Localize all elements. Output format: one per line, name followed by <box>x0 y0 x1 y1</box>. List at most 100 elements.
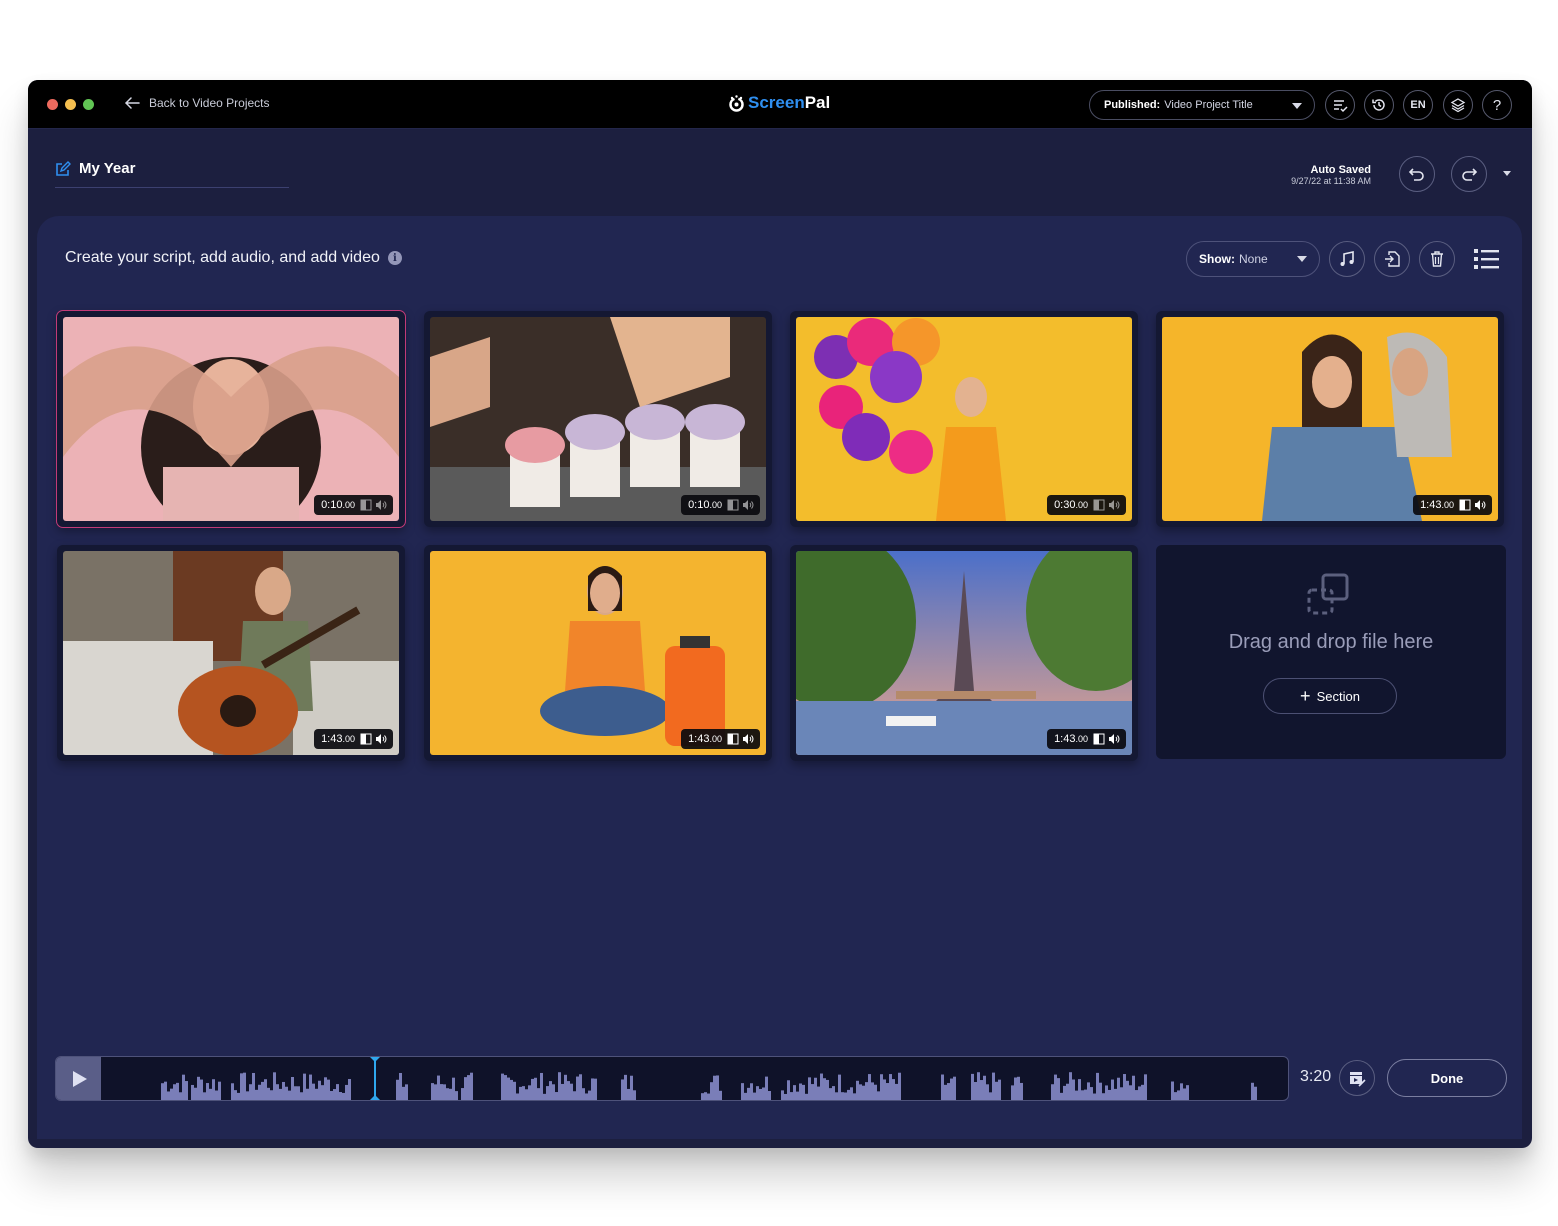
timeline[interactable] <box>55 1056 1289 1101</box>
drop-zone[interactable]: Drag and drop file here + Section <box>1156 545 1506 759</box>
edit-video-button[interactable] <box>1339 1060 1375 1096</box>
waveform-bar <box>895 1083 898 1100</box>
video-toggle-icon[interactable] <box>1093 499 1105 511</box>
waveform-bar <box>215 1090 218 1100</box>
clip-card[interactable]: 0:30.00 <box>790 311 1138 527</box>
drag-drop-icon <box>1307 573 1349 615</box>
waveform-bar <box>1108 1089 1111 1100</box>
duration-badge: 1:43.00 <box>1047 729 1126 749</box>
speaker-icon[interactable] <box>375 499 387 511</box>
video-toggle-icon[interactable] <box>360 733 372 745</box>
waveform-bar <box>176 1082 179 1100</box>
waveform-bar <box>868 1074 871 1100</box>
video-toggle-icon[interactable] <box>360 499 372 511</box>
waveform-bar <box>811 1084 814 1100</box>
waveform-bar <box>513 1081 516 1100</box>
waveform-bar <box>1183 1088 1186 1100</box>
waveform-bar <box>796 1091 799 1100</box>
waveform-bar <box>707 1093 710 1100</box>
captions-check-button[interactable] <box>1325 90 1355 120</box>
waveform-bar <box>856 1080 859 1100</box>
clip-card[interactable]: 0:10.00 <box>424 311 772 527</box>
language-button[interactable]: EN <box>1403 90 1433 120</box>
waveform-bar <box>255 1089 258 1100</box>
waveform-bar <box>327 1079 330 1100</box>
waveform-bar <box>455 1091 458 1100</box>
waveform-bar <box>823 1078 826 1100</box>
waveform-bar <box>986 1084 989 1100</box>
video-toggle-icon[interactable] <box>1459 499 1471 511</box>
show-filter-select[interactable]: Show: None <box>1186 241 1320 277</box>
waveform-bar <box>200 1079 203 1100</box>
speaker-icon[interactable] <box>742 733 754 745</box>
waveform-bar <box>784 1093 787 1100</box>
history-button[interactable] <box>1364 90 1394 120</box>
waveform-bar <box>1105 1085 1108 1100</box>
waveform-bar <box>218 1081 221 1100</box>
speaker-icon[interactable] <box>1474 499 1486 511</box>
waveform-bar <box>898 1072 901 1100</box>
panel-heading: Create your script, add audio, and add v… <box>65 249 402 267</box>
clip-card[interactable]: 1:43.00 <box>424 545 772 761</box>
delete-button[interactable] <box>1419 241 1455 277</box>
layers-button[interactable] <box>1443 90 1473 120</box>
waveform-bar <box>627 1088 630 1100</box>
clip-thumbnail <box>430 551 766 755</box>
play-button[interactable] <box>56 1057 101 1100</box>
waveform-bar <box>1066 1083 1069 1100</box>
logo-icon <box>729 94 744 112</box>
playhead[interactable] <box>370 1057 381 1100</box>
video-toggle-icon[interactable] <box>727 499 739 511</box>
duration-value: 1:43 <box>1054 733 1076 745</box>
audio-waveform <box>161 1072 1257 1100</box>
waveform-bar <box>437 1075 440 1100</box>
history-menu-chevron-icon[interactable] <box>1503 171 1511 176</box>
clip-card[interactable]: 1:43.00 <box>1156 311 1504 527</box>
publish-status-select[interactable]: Published: Video Project Title <box>1089 90 1315 120</box>
project-title[interactable]: My Year <box>55 160 135 177</box>
speaker-icon[interactable] <box>1108 733 1120 745</box>
waveform-bar <box>348 1079 351 1100</box>
waveform-bar <box>1075 1090 1078 1100</box>
waveform-bar <box>303 1073 306 1100</box>
video-toggle-icon[interactable] <box>1093 733 1105 745</box>
clip-card[interactable]: 1:43.00 <box>790 545 1138 761</box>
speaker-icon[interactable] <box>742 499 754 511</box>
video-toggle-icon[interactable] <box>727 733 739 745</box>
speaker-icon[interactable] <box>1108 499 1120 511</box>
autosave-time: 9/27/22 at 11:38 AM <box>1291 176 1371 186</box>
chevron-down-icon <box>1297 256 1307 262</box>
maximize-window-button[interactable] <box>83 99 94 110</box>
undo-button[interactable] <box>1399 156 1435 192</box>
waveform-bar <box>624 1074 627 1100</box>
duration-value: 1:43 <box>688 733 710 745</box>
add-audio-button[interactable] <box>1329 241 1365 277</box>
waveform-bar <box>630 1075 633 1100</box>
waveform-bar <box>847 1089 850 1100</box>
redo-button[interactable] <box>1451 156 1487 192</box>
waveform-bar <box>883 1079 886 1100</box>
waveform-bar <box>1174 1092 1177 1100</box>
help-button[interactable]: ? <box>1482 90 1512 120</box>
done-button[interactable]: Done <box>1387 1059 1507 1097</box>
waveform-bar <box>294 1086 297 1100</box>
waveform-bar <box>582 1088 585 1100</box>
waveform-bar <box>953 1076 956 1100</box>
waveform-bar <box>540 1072 543 1100</box>
clip-card[interactable]: 1:43.00 <box>57 545 405 761</box>
close-window-button[interactable] <box>47 99 58 110</box>
add-section-button[interactable]: + Section <box>1263 678 1397 714</box>
waveform-bar <box>585 1093 588 1100</box>
waveform-bar <box>941 1074 944 1100</box>
back-to-projects-link[interactable]: Back to Video Projects <box>123 94 270 112</box>
speaker-icon[interactable] <box>375 733 387 745</box>
import-button[interactable] <box>1374 241 1410 277</box>
window-controls <box>47 99 94 110</box>
waveform-bar <box>434 1084 437 1100</box>
screenpal-logo: Screen Pal <box>728 93 830 113</box>
info-icon[interactable]: i <box>387 251 402 265</box>
minimize-window-button[interactable] <box>65 99 76 110</box>
clip-card[interactable]: 0:10.00 <box>56 310 406 528</box>
list-view-icon[interactable] <box>1473 247 1501 271</box>
waveform-bar <box>173 1084 176 1100</box>
